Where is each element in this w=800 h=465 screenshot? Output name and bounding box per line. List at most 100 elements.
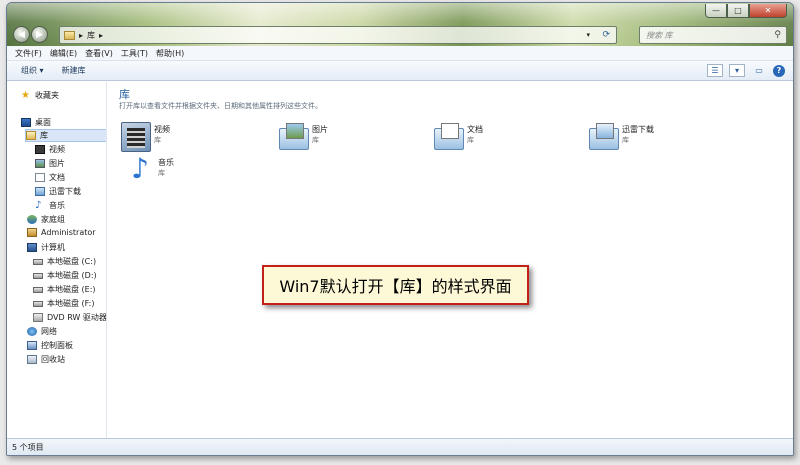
view-dropdown-icon[interactable]: ▾ [729,64,745,77]
close-button[interactable]: ✕ [749,4,787,18]
address-dropdown-icon[interactable]: ▾ [586,31,590,39]
drive-icon [33,286,43,293]
nav-label: 本地磁盘 (F:) [47,299,95,308]
breadcrumb-separator[interactable]: ▸ [79,31,83,40]
nav-documents[interactable]: 文档 [35,172,65,183]
menu-file[interactable]: 文件(F) [15,48,42,59]
nav-thunder[interactable]: 迅雷下载 [35,186,81,197]
nav-music[interactable]: ♪ 音乐 [35,200,65,211]
dvd-drive-icon [33,313,43,322]
search-input[interactable] [646,30,766,40]
nav-label: 网络 [41,327,57,336]
address-bar[interactable]: ▸ 库 ▸ ▾ ⟳ [59,26,617,44]
nav-label: 音乐 [49,201,65,210]
computer-icon [27,243,37,252]
library-icon [26,131,36,140]
nav-label: 库 [40,131,48,140]
back-button[interactable]: ◀ [13,26,30,43]
nav-label: 桌面 [35,118,51,127]
nav-label: 文档 [49,173,65,182]
video-icon [35,145,45,154]
organize-button[interactable]: 组织 ▾ [21,65,44,76]
minimize-button[interactable]: — [705,4,727,18]
video-library-icon [121,122,151,152]
nav-label: 迅雷下载 [49,187,81,196]
refresh-icon[interactable]: ⟳ [602,30,610,40]
nav-control-panel[interactable]: 控制面板 [27,340,73,351]
nav-label: 图片 [49,159,65,168]
menu-bar: 文件(F) 编辑(E) 查看(V) 工具(T) 帮助(H) [7,46,793,61]
library-icon [64,30,75,40]
view-tools: ☰ ▾ ▭ ? [701,64,785,77]
nav-label: 回收站 [41,355,65,364]
nav-network[interactable]: 网络 [27,326,57,337]
nav-favorites[interactable]: ★ 收藏夹 [21,90,59,101]
music-library-icon: ♪ [131,152,149,185]
menu-help[interactable]: 帮助(H) [156,48,184,59]
search-box[interactable]: ⚲ [639,26,787,44]
pictures-library-icon [279,123,309,150]
nav-disk-d[interactable]: 本地磁盘 (D:) [33,270,97,281]
maximize-button[interactable]: □ [727,4,749,18]
picture-icon [35,159,45,168]
explorer-window: — □ ✕ ◀ ▶ ▸ 库 ▸ ▾ ⟳ ⚲ 文件(F) 编辑(E) 查看(V) … [6,2,794,456]
nav-recycle-bin[interactable]: 回收站 [27,354,65,365]
drive-icon [33,258,43,265]
content-area: 库 打开库以查看文件并根据文件夹、日期和其他属性排列这些文件。 视频 库 图片 … [108,82,793,440]
change-view-icon[interactable]: ☰ [707,64,723,77]
desktop-icon [21,118,31,127]
preview-pane-icon[interactable]: ▭ [751,64,767,77]
nav-label: DVD RW 驱动器 ( [47,313,107,322]
drive-icon [33,300,43,307]
library-tile-documents[interactable]: 文档 库 [434,122,574,162]
library-tile-music[interactable]: ♪ 音乐 库 [125,155,265,195]
back-arrow-icon: ◀ [18,29,25,40]
nav-homegroup[interactable]: 家庭组 [27,214,65,225]
control-panel-icon [27,341,37,350]
breadcrumb-library[interactable]: 库 [87,30,95,41]
breadcrumb-separator[interactable]: ▸ [99,31,103,40]
user-folder-icon [27,228,37,237]
nav-disk-f[interactable]: 本地磁盘 (F:) [33,298,94,309]
thunder-library-icon [589,123,619,150]
command-bar: 组织 ▾ 新建库 ☰ ▾ ▭ ? [7,61,793,81]
nav-libraries[interactable]: 库 [25,129,106,142]
download-folder-icon [35,187,45,196]
recycle-bin-icon [27,355,37,364]
music-note-icon: ♪ [35,200,42,211]
documents-library-icon [434,123,464,150]
navigation-buttons: ◀ ▶ [13,26,49,43]
page-subtitle: 打开库以查看文件并根据文件夹、日期和其他属性排列这些文件。 [119,102,322,110]
menu-view[interactable]: 查看(V) [85,48,113,59]
tile-name: 文档 [467,125,483,134]
help-icon[interactable]: ? [773,64,785,77]
nav-label: 本地磁盘 (D:) [47,271,97,280]
tile-type: 库 [154,136,161,144]
item-count: 5 个项目 [12,442,44,452]
nav-pictures[interactable]: 图片 [35,158,65,169]
library-tile-pictures[interactable]: 图片 库 [279,122,419,162]
menu-edit[interactable]: 编辑(E) [50,48,77,59]
library-tile-thunder[interactable]: 迅雷下载 库 [589,122,729,162]
search-icon[interactable]: ⚲ [774,30,781,40]
caption-buttons: — □ ✕ [705,4,787,18]
annotation-callout: Win7默认打开【库】的样式界面 [262,265,529,305]
nav-dvd[interactable]: DVD RW 驱动器 ( [33,312,107,323]
new-library-button[interactable]: 新建库 [62,65,86,76]
tile-name: 图片 [312,125,328,134]
nav-desktop[interactable]: 桌面 [21,117,51,128]
nav-label: 视频 [49,145,65,154]
document-icon [35,173,45,182]
annotation-text: Win7默认打开【库】的样式界面 [279,277,512,296]
nav-disk-c[interactable]: 本地磁盘 (C:) [33,256,96,267]
menu-tools[interactable]: 工具(T) [121,48,148,59]
nav-computer[interactable]: 计算机 [27,242,65,253]
nav-disk-e[interactable]: 本地磁盘 (E:) [33,284,96,295]
nav-administrator[interactable]: Administrator [27,228,96,237]
status-bar: 5 个项目 [7,438,793,455]
forward-button[interactable]: ▶ [31,26,48,43]
nav-videos[interactable]: 视频 [35,144,65,155]
nav-label: 计算机 [41,243,65,252]
tile-type: 库 [312,136,319,144]
nav-label: 家庭组 [41,215,65,224]
